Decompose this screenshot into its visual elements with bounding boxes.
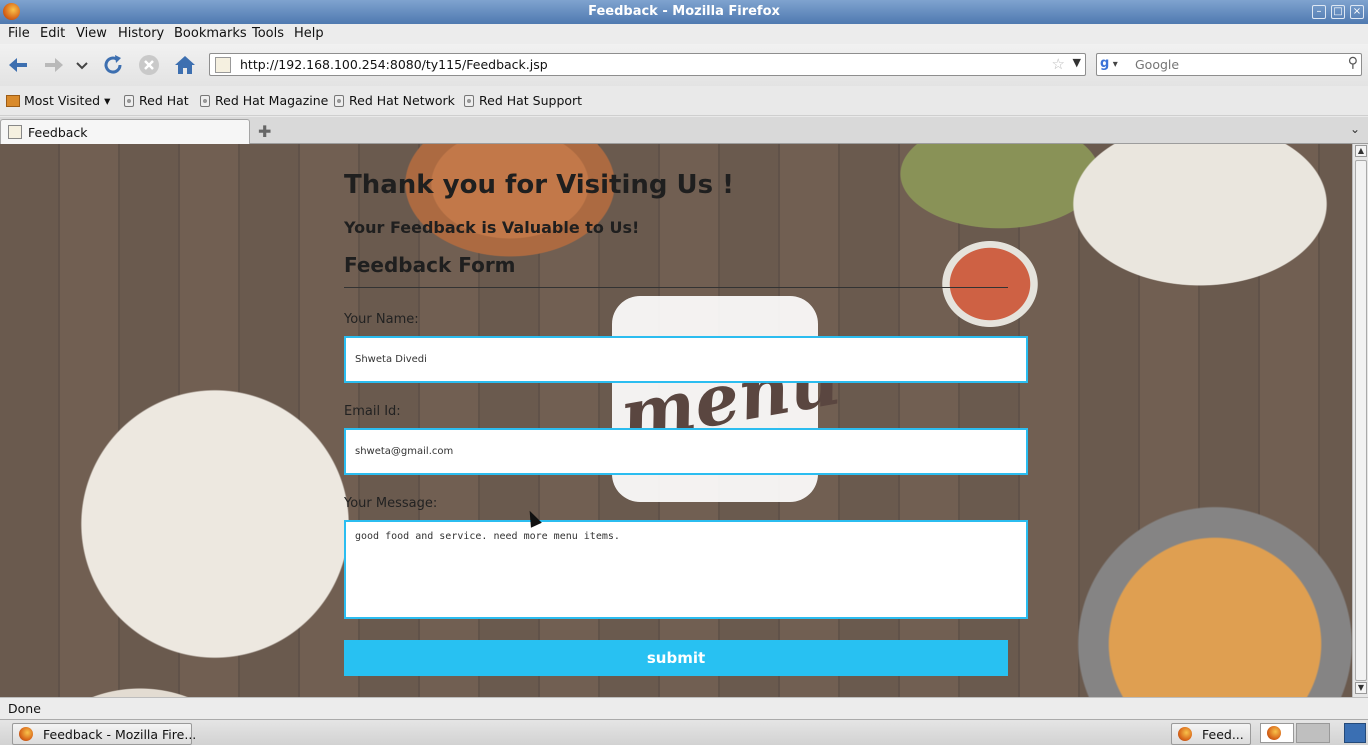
google-engine-icon[interactable]: g ▾ [1100, 56, 1130, 74]
page-heading: Thank you for Visiting Us ! [344, 170, 735, 200]
tab-feedback[interactable]: Feedback [0, 119, 250, 144]
site-favicon-icon [215, 57, 231, 73]
workspace-2[interactable] [1296, 723, 1330, 743]
home-button[interactable] [173, 53, 197, 77]
submit-button[interactable]: submit [344, 640, 1008, 676]
menu-file[interactable]: File [8, 26, 30, 41]
bookmark-icon [124, 95, 134, 107]
vertical-scrollbar[interactable]: ▲ ▼ [1352, 144, 1368, 697]
url-dropdown-icon[interactable]: ▼ [1073, 56, 1081, 69]
bookmark-icon [200, 95, 210, 107]
bookmark-red-hat[interactable]: Red Hat [124, 93, 189, 108]
status-text: Done [8, 701, 41, 716]
history-dropdown-icon[interactable] [74, 53, 90, 77]
forward-button[interactable] [41, 53, 65, 77]
search-input[interactable] [1135, 56, 1335, 73]
bookmark-red-hat-network[interactable]: Red Hat Network [334, 93, 455, 108]
maximize-button[interactable]: □ [1331, 5, 1345, 19]
message-field[interactable]: good food and service. need more menu it… [344, 520, 1028, 619]
menu-bookmarks[interactable]: Bookmarks [174, 26, 247, 41]
taskbar-firefox-window[interactable]: Feedback - Mozilla Fire... [12, 723, 196, 745]
close-button[interactable]: × [1350, 5, 1364, 19]
folder-icon [6, 95, 20, 107]
minimize-button[interactable]: – [1312, 5, 1326, 19]
bookmarks-toolbar: Most Visited ▾ Red Hat Red Hat Magazine … [0, 86, 1368, 116]
form-title: Feedback Form [344, 253, 516, 277]
workspace-1[interactable] [1260, 723, 1294, 743]
status-bar: Done [0, 697, 1368, 719]
taskbar: Feedback - Mozilla Fire... Feed... [0, 719, 1368, 745]
bookmark-red-hat-magazine[interactable]: Red Hat Magazine [200, 93, 328, 108]
menu-bar: File Edit View History Bookmarks Tools H… [0, 24, 1368, 44]
menu-history[interactable]: History [118, 26, 164, 41]
reload-button[interactable] [101, 53, 125, 77]
name-label: Your Name: [344, 312, 419, 327]
scroll-down-icon[interactable]: ▼ [1355, 682, 1367, 694]
stop-button[interactable] [137, 53, 161, 77]
page-subheading: Your Feedback is Valuable to Us! [344, 218, 640, 237]
bookmark-most-visited[interactable]: Most Visited ▾ [6, 93, 110, 108]
firefox-icon [19, 727, 33, 741]
tab-list-chevron-icon[interactable]: ⌄ [1350, 122, 1360, 136]
tab-bar: Feedback ✚ ⌄ [0, 117, 1368, 144]
search-bar[interactable]: g ▾ ⚲ [1096, 53, 1362, 76]
show-desktop-icon[interactable] [1344, 723, 1366, 743]
bookmark-red-hat-support[interactable]: Red Hat Support [464, 93, 582, 108]
taskbar-firefox-tray[interactable]: Feed... [1171, 723, 1251, 745]
menu-edit[interactable]: Edit [40, 26, 65, 41]
name-field[interactable] [344, 336, 1028, 383]
message-label: Your Message: [344, 496, 438, 511]
email-label: Email Id: [344, 404, 401, 419]
firefox-icon [1178, 727, 1192, 741]
bookmark-icon [464, 95, 474, 107]
bookmark-star-icon[interactable]: ☆ [1052, 55, 1065, 73]
navigation-toolbar: http://192.168.100.254:8080/ty115/Feedba… [0, 44, 1368, 86]
back-button[interactable] [7, 53, 31, 77]
menu-tools[interactable]: Tools [252, 26, 284, 41]
search-icon[interactable]: ⚲ [1348, 55, 1358, 71]
page-content: menu Thank you for Visiting Us ! Your Fe… [0, 144, 1352, 697]
scroll-up-icon[interactable]: ▲ [1355, 145, 1367, 157]
window-titlebar: Feedback - Mozilla Firefox – □ × [0, 0, 1368, 24]
new-tab-icon[interactable]: ✚ [258, 122, 271, 141]
tab-label: Feedback [28, 125, 88, 140]
divider [344, 287, 1008, 288]
email-field[interactable] [344, 428, 1028, 475]
menu-view[interactable]: View [76, 26, 107, 41]
url-text[interactable]: http://192.168.100.254:8080/ty115/Feedba… [240, 57, 548, 72]
firefox-icon [1267, 726, 1281, 740]
bookmark-icon [334, 95, 344, 107]
menu-help[interactable]: Help [294, 26, 324, 41]
url-bar[interactable]: http://192.168.100.254:8080/ty115/Feedba… [209, 53, 1086, 76]
window-title: Feedback - Mozilla Firefox [588, 4, 780, 19]
tab-favicon-icon [8, 125, 22, 139]
scroll-thumb[interactable] [1355, 160, 1367, 681]
